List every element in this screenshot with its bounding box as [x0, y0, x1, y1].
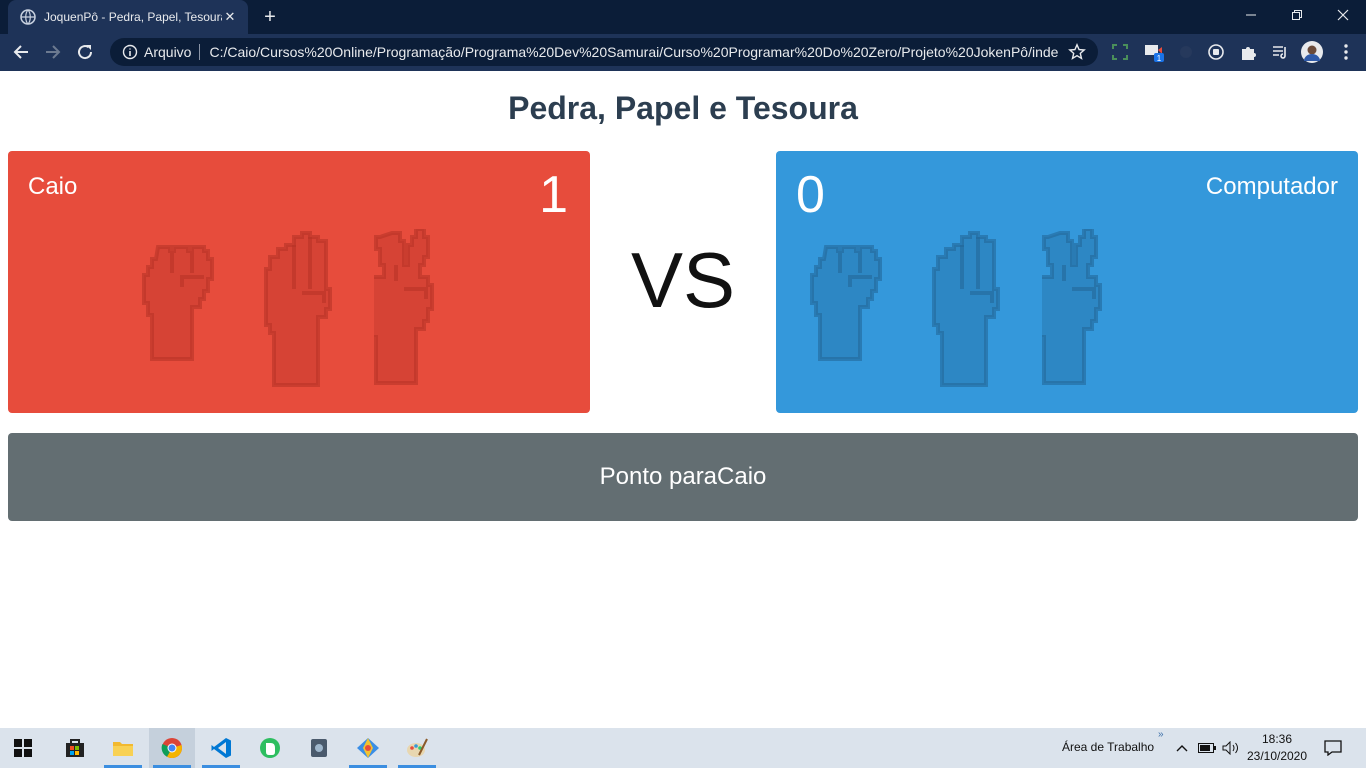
paper-icon — [932, 231, 1000, 387]
reload-icon[interactable] — [72, 39, 98, 65]
paper-icon[interactable] — [258, 229, 338, 389]
windows-start-icon[interactable] — [0, 728, 46, 768]
chevron-double-icon[interactable]: » — [1158, 729, 1164, 740]
snipping-tool-icon[interactable] — [296, 728, 342, 768]
player-name: Caio — [28, 173, 78, 200]
player-score: 1 — [539, 166, 568, 224]
address-bar[interactable]: Arquivo C:/Caio/Cursos%20Online/Programa… — [110, 38, 1098, 66]
volume-icon[interactable] — [1220, 728, 1242, 768]
clock-time: 18:36 — [1261, 732, 1293, 746]
close-window-button[interactable] — [1320, 0, 1366, 30]
notification-icon[interactable] — [1312, 728, 1354, 768]
battery-icon[interactable] — [1196, 728, 1218, 768]
star-icon[interactable] — [1068, 43, 1086, 61]
restore-button[interactable] — [1274, 0, 1320, 30]
vs-label: VS — [630, 236, 736, 324]
back-arrow-icon[interactable] — [8, 39, 34, 65]
browser-tab[interactable]: JoquenPô - Pedra, Papel, Tesoura ✕ — [8, 0, 248, 34]
dark-extension-icon[interactable] — [1174, 40, 1198, 64]
rock-icon[interactable] — [142, 229, 222, 389]
menu-dots-icon[interactable] — [1334, 40, 1358, 64]
profile-avatar[interactable] — [1300, 40, 1324, 64]
extension-badge: 1 — [1157, 54, 1162, 63]
computer-score: 0 — [796, 166, 825, 224]
rock-icon — [810, 245, 882, 361]
puzzle-extensions-icon[interactable] — [1236, 40, 1260, 64]
screenshot-extension-icon[interactable] — [1108, 40, 1132, 64]
cast-extension-icon[interactable]: 1 — [1142, 40, 1166, 64]
globe-icon — [20, 9, 36, 25]
close-icon[interactable]: ✕ — [222, 9, 238, 25]
store-icon[interactable] — [52, 728, 98, 768]
paint-icon[interactable] — [394, 728, 440, 768]
page-title: Pedra, Papel e Tesoura — [508, 90, 858, 126]
clock-date: 23/10/2020 — [1246, 749, 1308, 763]
security-label: Arquivo — [144, 44, 192, 60]
vscode-icon[interactable] — [198, 728, 244, 768]
record-extension-icon[interactable] — [1204, 40, 1228, 64]
computer-card: 0 Computador — [776, 151, 1358, 413]
result-banner: Ponto paraCaio — [8, 433, 1358, 521]
scissors-icon — [1042, 229, 1102, 385]
forward-arrow-icon[interactable] — [40, 39, 66, 65]
media-queue-icon[interactable] — [1268, 40, 1292, 64]
result-text: Ponto paraCaio — [599, 463, 767, 490]
evernote-icon[interactable] — [247, 728, 293, 768]
computer-name: Computador — [1205, 173, 1338, 200]
desktop-toolbar-label[interactable]: Área de Trabalho — [1062, 740, 1154, 754]
info-icon[interactable] — [122, 44, 138, 60]
file-explorer-icon[interactable] — [100, 728, 146, 768]
app-diamond-icon[interactable] — [345, 728, 391, 768]
scissors-icon[interactable] — [374, 229, 454, 389]
address-separator — [199, 44, 201, 60]
chrome-icon[interactable] — [149, 728, 195, 768]
chevron-up-icon[interactable] — [1172, 728, 1192, 768]
url-text[interactable]: C:/Caio/Cursos%20Online/Programação/Prog… — [209, 44, 1058, 60]
player-card: Caio 1 — [8, 151, 590, 413]
tab-title: JoquenPô - Pedra, Papel, Tesoura — [44, 10, 222, 24]
minimize-button[interactable] — [1228, 0, 1274, 30]
new-tab-button[interactable]: + — [258, 6, 282, 28]
clock[interactable]: 18:36 23/10/2020 — [1244, 731, 1310, 765]
